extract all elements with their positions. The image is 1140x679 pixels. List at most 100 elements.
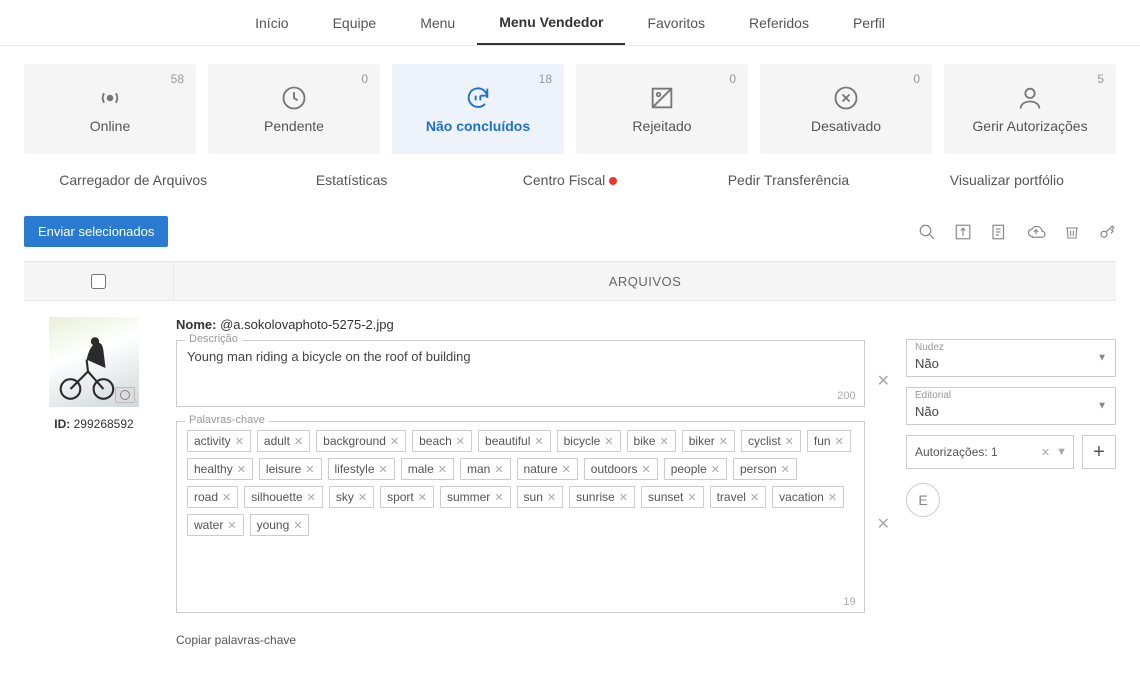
remove-tag-icon[interactable]: ✕ <box>835 435 844 448</box>
remove-tag-icon[interactable]: ✕ <box>660 435 669 448</box>
remove-tag-icon[interactable]: ✕ <box>828 491 837 504</box>
subnav-estat-sticas[interactable]: Estatísticas <box>242 172 460 188</box>
remove-tag-icon[interactable]: ✕ <box>562 463 571 476</box>
keyword-tag[interactable]: biker✕ <box>682 430 735 452</box>
keyword-tag[interactable]: healthy✕ <box>187 458 253 480</box>
keyword-tag[interactable]: adult✕ <box>257 430 310 452</box>
keyword-tag[interactable]: nature✕ <box>517 458 578 480</box>
card-online[interactable]: 58Online <box>24 64 196 154</box>
subnav-centro-fiscal[interactable]: Centro Fiscal <box>461 172 679 188</box>
remove-tag-icon[interactable]: ✕ <box>719 435 728 448</box>
remove-tag-icon[interactable]: ✕ <box>687 491 696 504</box>
remove-tag-icon[interactable]: ✕ <box>307 491 316 504</box>
remove-tag-icon[interactable]: ✕ <box>781 463 790 476</box>
keyword-tag[interactable]: sun✕ <box>517 486 564 508</box>
remove-tag-icon[interactable]: ✕ <box>390 435 399 448</box>
remove-tag-icon[interactable]: ✕ <box>358 491 367 504</box>
nav-menu[interactable]: Menu <box>398 0 477 45</box>
keyword-tag[interactable]: male✕ <box>401 458 454 480</box>
nav-início[interactable]: Início <box>233 0 310 45</box>
keyword-tag[interactable]: water✕ <box>187 514 244 536</box>
keyword-tag[interactable]: sunrise✕ <box>569 486 635 508</box>
keyword-tag[interactable]: silhouette✕ <box>244 486 323 508</box>
remove-tag-icon[interactable]: ✕ <box>711 463 720 476</box>
clear-description-icon[interactable]: ✕ <box>873 371 894 391</box>
remove-tag-icon[interactable]: ✕ <box>235 435 244 448</box>
keyword-tag[interactable]: bike✕ <box>627 430 676 452</box>
key-icon[interactable] <box>1098 223 1116 241</box>
document-icon[interactable] <box>990 223 1008 241</box>
remove-tag-icon[interactable]: ✕ <box>641 463 650 476</box>
keyword-tag[interactable]: road✕ <box>187 486 238 508</box>
keyword-tag[interactable]: sky✕ <box>329 486 374 508</box>
keyword-tag[interactable]: outdoors✕ <box>584 458 658 480</box>
subnav-carregador-de-arquivos[interactable]: Carregador de Arquivos <box>24 172 242 188</box>
remove-tag-icon[interactable]: ✕ <box>785 435 794 448</box>
card-n-o-conclu-dos[interactable]: 18Não concluídos <box>392 64 564 154</box>
keyword-tag[interactable]: vacation✕ <box>772 486 844 508</box>
nudity-select[interactable]: Nudez Não ▼ <box>906 339 1116 377</box>
trash-icon[interactable] <box>1064 223 1080 241</box>
remove-tag-icon[interactable]: ✕ <box>547 491 556 504</box>
keyword-tag[interactable]: man✕ <box>460 458 511 480</box>
remove-tag-icon[interactable]: ✕ <box>305 463 314 476</box>
keyword-tag[interactable]: beach✕ <box>412 430 472 452</box>
keyword-tag[interactable]: fun✕ <box>807 430 851 452</box>
nav-menu-vendedor[interactable]: Menu Vendedor <box>477 0 625 45</box>
subnav-pedir-transfer-ncia[interactable]: Pedir Transferência <box>679 172 897 188</box>
remove-tag-icon[interactable]: ✕ <box>604 435 613 448</box>
keyword-tag[interactable]: people✕ <box>664 458 727 480</box>
remove-tag-icon[interactable]: ✕ <box>237 463 246 476</box>
editorial-badge[interactable]: E <box>906 483 940 517</box>
keyword-tag[interactable]: activity✕ <box>187 430 251 452</box>
keyword-tag[interactable]: background✕ <box>316 430 406 452</box>
remove-tag-icon[interactable]: ✕ <box>750 491 759 504</box>
remove-tag-icon[interactable]: ✕ <box>438 463 447 476</box>
remove-tag-icon[interactable]: ✕ <box>456 435 465 448</box>
card-pendente[interactable]: 0Pendente <box>208 64 380 154</box>
remove-tag-icon[interactable]: ✕ <box>418 491 427 504</box>
keyword-tag[interactable]: person✕ <box>733 458 797 480</box>
keyword-tag[interactable]: summer✕ <box>440 486 511 508</box>
remove-tag-icon[interactable]: ✕ <box>222 491 231 504</box>
keyword-tag[interactable]: young✕ <box>250 514 310 536</box>
keyword-tag[interactable]: cyclist✕ <box>741 430 801 452</box>
keyword-tag[interactable]: travel✕ <box>710 486 767 508</box>
remove-tag-icon[interactable]: ✕ <box>379 463 388 476</box>
remove-tag-icon[interactable]: ✕ <box>227 519 236 532</box>
authorizations-select[interactable]: Autorizações: 1 ✕ ▼ <box>906 435 1074 469</box>
clear-auth-icon[interactable]: ✕ <box>1041 446 1050 459</box>
thumbnail[interactable] <box>49 317 139 407</box>
card-rejeitado[interactable]: 0Rejeitado <box>576 64 748 154</box>
remove-tag-icon[interactable]: ✕ <box>619 491 628 504</box>
keyword-tag[interactable]: beautiful✕ <box>478 430 551 452</box>
nav-referidos[interactable]: Referidos <box>727 0 831 45</box>
keyword-tag[interactable]: leisure✕ <box>259 458 322 480</box>
keyword-tag[interactable]: sport✕ <box>380 486 434 508</box>
add-authorization-button[interactable]: + <box>1082 435 1116 469</box>
card-desativado[interactable]: 0Desativado <box>760 64 932 154</box>
editorial-select[interactable]: Editorial Não ▼ <box>906 387 1116 425</box>
expand-icon[interactable] <box>954 223 972 241</box>
nav-perfil[interactable]: Perfil <box>831 0 907 45</box>
keyword-tag[interactable]: sunset✕ <box>641 486 704 508</box>
select-all-checkbox[interactable] <box>91 274 106 289</box>
keyword-tag[interactable]: bicycle✕ <box>557 430 621 452</box>
copy-keywords-link[interactable]: Copiar palavras-chave <box>176 633 296 647</box>
keyword-tag[interactable]: lifestyle✕ <box>328 458 395 480</box>
nav-equipe[interactable]: Equipe <box>311 0 399 45</box>
nav-favoritos[interactable]: Favoritos <box>625 0 727 45</box>
cloud-upload-icon[interactable] <box>1026 223 1046 241</box>
card-gerir-autoriza-es[interactable]: 5Gerir Autorizações <box>944 64 1116 154</box>
remove-tag-icon[interactable]: ✕ <box>534 435 543 448</box>
send-selected-button[interactable]: Enviar selecionados <box>24 216 168 247</box>
remove-tag-icon[interactable]: ✕ <box>494 491 503 504</box>
search-icon[interactable] <box>918 223 936 241</box>
remove-tag-icon[interactable]: ✕ <box>294 435 303 448</box>
clear-keywords-icon[interactable]: ✕ <box>873 514 894 534</box>
subnav-visualizar-portf-lio[interactable]: Visualizar portfólio <box>898 172 1116 188</box>
remove-tag-icon[interactable]: ✕ <box>293 519 302 532</box>
description-input[interactable] <box>187 349 854 397</box>
keywords-field[interactable]: Palavras-chave activity✕adult✕background… <box>176 421 865 613</box>
remove-tag-icon[interactable]: ✕ <box>494 463 503 476</box>
